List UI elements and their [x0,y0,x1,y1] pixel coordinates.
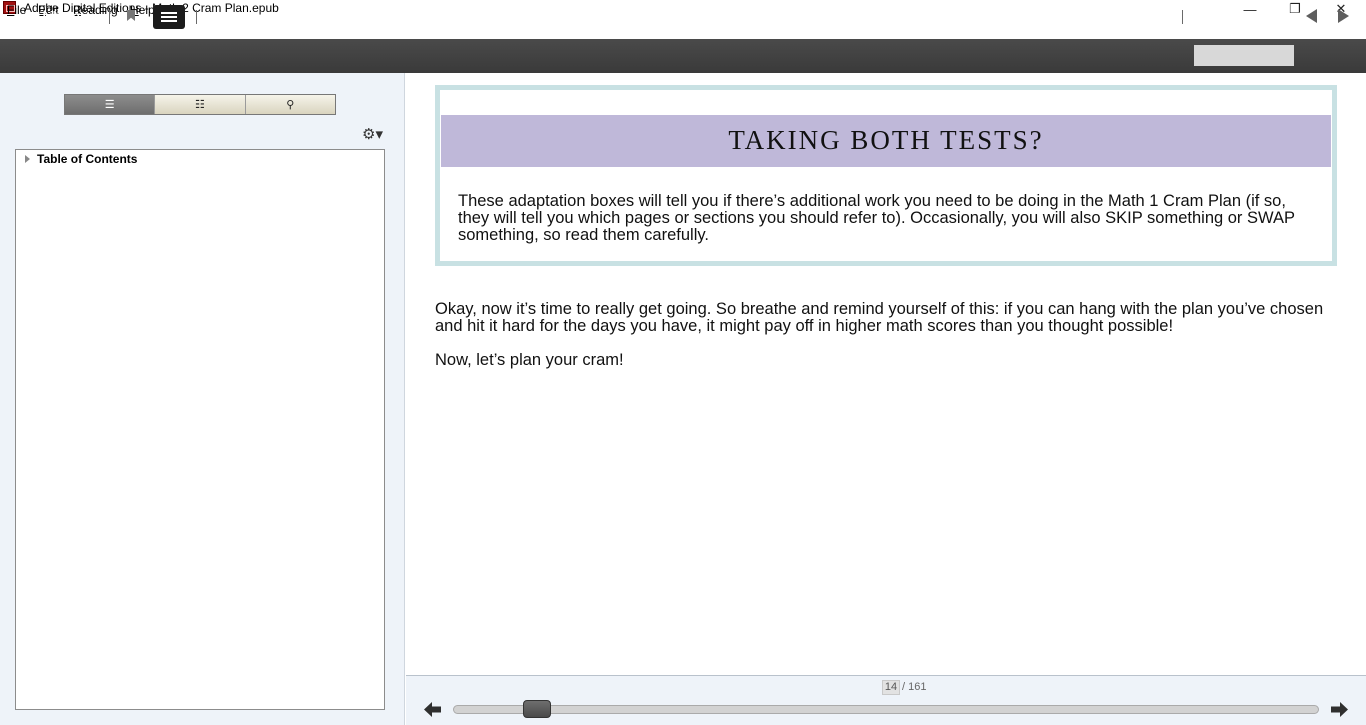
toolbar-prev-icon[interactable] [1306,9,1317,23]
list-view-button[interactable] [153,5,185,29]
minimize-button[interactable]: — [1227,0,1273,18]
body-paragraph: Okay, now it’s time to really get going.… [435,300,1324,335]
prev-page-icon[interactable] [424,701,441,718]
search-icon[interactable]: ⚲ [244,95,335,114]
total-pages-label: / 161 [902,681,927,693]
font-size-button[interactable]: AA▾ [1146,9,1173,25]
next-page-icon[interactable] [1331,701,1348,718]
toolbar-divider [109,10,110,24]
toc-panel [15,149,385,710]
body-paragraph: Now, let’s plan your cram! [435,351,624,369]
gear-icon[interactable]: ⚙▾ [362,127,383,143]
page-slider-thumb[interactable] [523,700,551,718]
current-page-field[interactable]: 14 [882,680,900,695]
toolbar [0,39,1366,73]
toolbar-divider [196,10,197,24]
toolbar-divider [1182,10,1183,24]
library-button[interactable]: ◀ Library [30,8,83,24]
page-slider-track[interactable] [453,705,1319,714]
search-input[interactable] [1194,45,1294,66]
toolbar-next-icon[interactable] [1338,9,1349,23]
menu-file[interactable]: File [7,3,26,18]
add-chart-icon[interactable] [215,10,233,24]
callout-title: TAKING BOTH TESTS? [728,125,1044,155]
sidebar-view-switcher: ☰ ☷ ⚲ [64,94,336,115]
bookmarks-list-icon[interactable]: ☷ [154,95,245,114]
toc-list-icon[interactable]: ☰ [65,95,155,114]
callout-body: These adaptation boxes will tell you if … [458,192,1295,244]
toc-item-label[interactable]: Table of Contents [37,152,137,167]
expand-triangle-icon[interactable] [25,155,30,163]
